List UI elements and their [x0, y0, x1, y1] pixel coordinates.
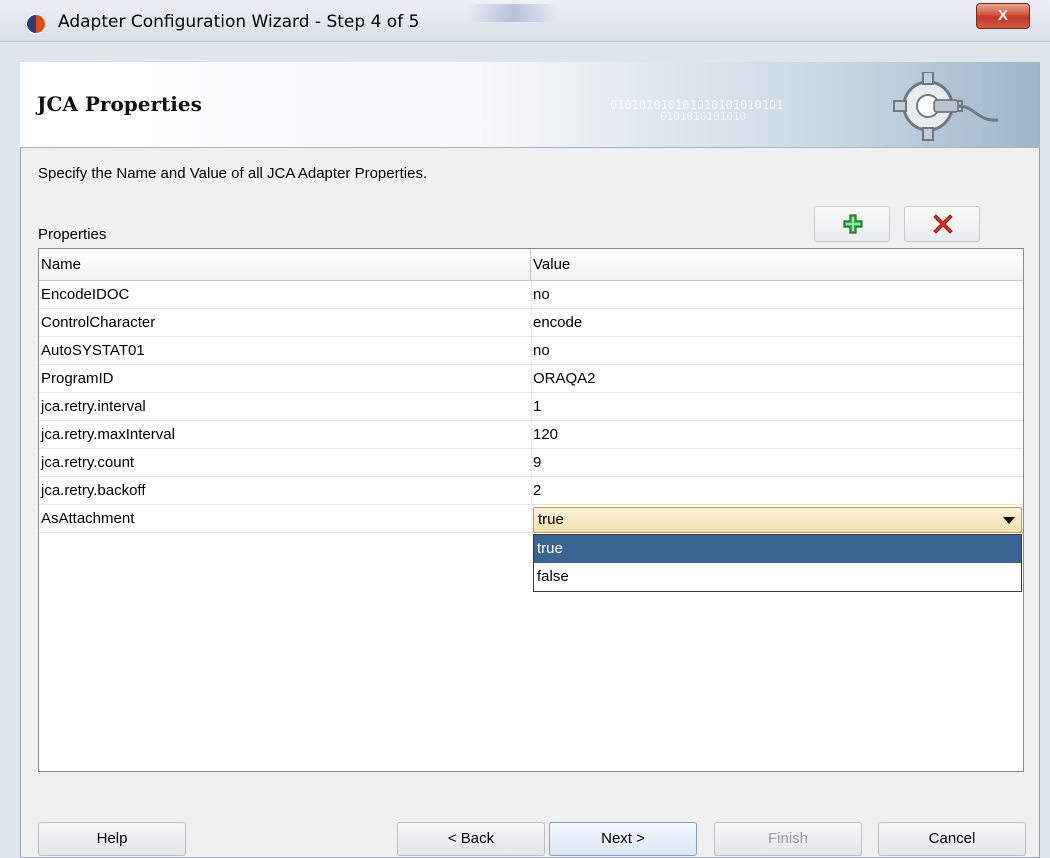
table-row[interactable]: jca.retry.maxInterval 120: [39, 421, 1023, 449]
properties-table: Name Value EncodeIDOC no ControlCharacte…: [38, 248, 1024, 772]
delete-property-button[interactable]: [904, 206, 980, 242]
delete-x-icon: [933, 214, 953, 234]
table-row[interactable]: EncodeIDOC no: [39, 281, 1023, 309]
back-button[interactable]: < Back: [397, 822, 545, 856]
close-window-button[interactable]: X: [976, 3, 1030, 29]
table-row[interactable]: jca.retry.backoff 2: [39, 477, 1023, 505]
column-header-name[interactable]: Name: [39, 249, 531, 281]
property-name: EncodeIDOC: [41, 286, 130, 303]
property-value[interactable]: 120: [533, 421, 1021, 449]
next-button[interactable]: Next >: [549, 822, 697, 856]
property-name: jca.retry.interval: [41, 398, 146, 415]
title-bar: Adapter Configuration Wizard - Step 4 of…: [0, 0, 1050, 42]
property-name: ProgramID: [41, 370, 114, 387]
property-value[interactable]: 1: [533, 393, 1021, 421]
combo-dropdown-list: true false: [533, 534, 1022, 592]
property-name: jca.retry.count: [41, 454, 135, 471]
table-row[interactable]: jca.retry.count 9: [39, 449, 1023, 477]
finish-button[interactable]: Finish: [714, 822, 862, 856]
chevron-down-icon[interactable]: [1003, 517, 1015, 524]
as-attachment-combo[interactable]: true: [533, 507, 1022, 533]
dropdown-option-true[interactable]: true: [534, 535, 1021, 563]
properties-label: Properties: [38, 226, 107, 243]
add-plus-icon: [843, 214, 863, 234]
banner-binary-decoration-2: 0101010101010: [660, 110, 747, 123]
column-header-value[interactable]: Value: [531, 249, 1023, 281]
property-value[interactable]: encode: [533, 309, 1021, 337]
property-value[interactable]: no: [533, 337, 1021, 365]
table-row[interactable]: AutoSYSTAT01 no: [39, 337, 1023, 365]
header-banner: JCA Properties 010101010101010101010101 …: [20, 62, 1040, 148]
page-title: JCA Properties: [37, 92, 202, 116]
add-property-button[interactable]: [814, 206, 890, 242]
oracle-app-icon: [26, 14, 46, 34]
instruction-text: Specify the Name and Value of all JCA Ad…: [38, 165, 428, 182]
table-row[interactable]: ControlCharacter encode: [39, 309, 1023, 337]
window-title: Adapter Configuration Wizard - Step 4 of…: [58, 12, 420, 32]
property-value[interactable]: ORAQA2: [533, 365, 1021, 393]
property-value[interactable]: 2: [533, 477, 1021, 505]
combo-selected-value: true: [538, 511, 564, 528]
property-name: AutoSYSTAT01: [41, 342, 145, 359]
help-button[interactable]: Help: [38, 822, 186, 856]
property-value[interactable]: no: [533, 281, 1021, 309]
title-bar-decoration: [468, 4, 558, 22]
property-name: jca.retry.maxInterval: [41, 426, 175, 443]
property-name: AsAttachment: [41, 510, 135, 527]
table-row[interactable]: ProgramID ORAQA2: [39, 365, 1023, 393]
property-name: ControlCharacter: [41, 314, 156, 331]
table-row[interactable]: jca.retry.interval 1: [39, 393, 1023, 421]
property-name: jca.retry.backoff: [41, 482, 146, 499]
gear-plug-icon: [893, 72, 999, 141]
property-value[interactable]: 9: [533, 449, 1021, 477]
dropdown-option-false[interactable]: false: [534, 563, 1021, 591]
table-header: Name Value: [39, 249, 1023, 281]
cancel-button[interactable]: Cancel: [878, 822, 1026, 856]
